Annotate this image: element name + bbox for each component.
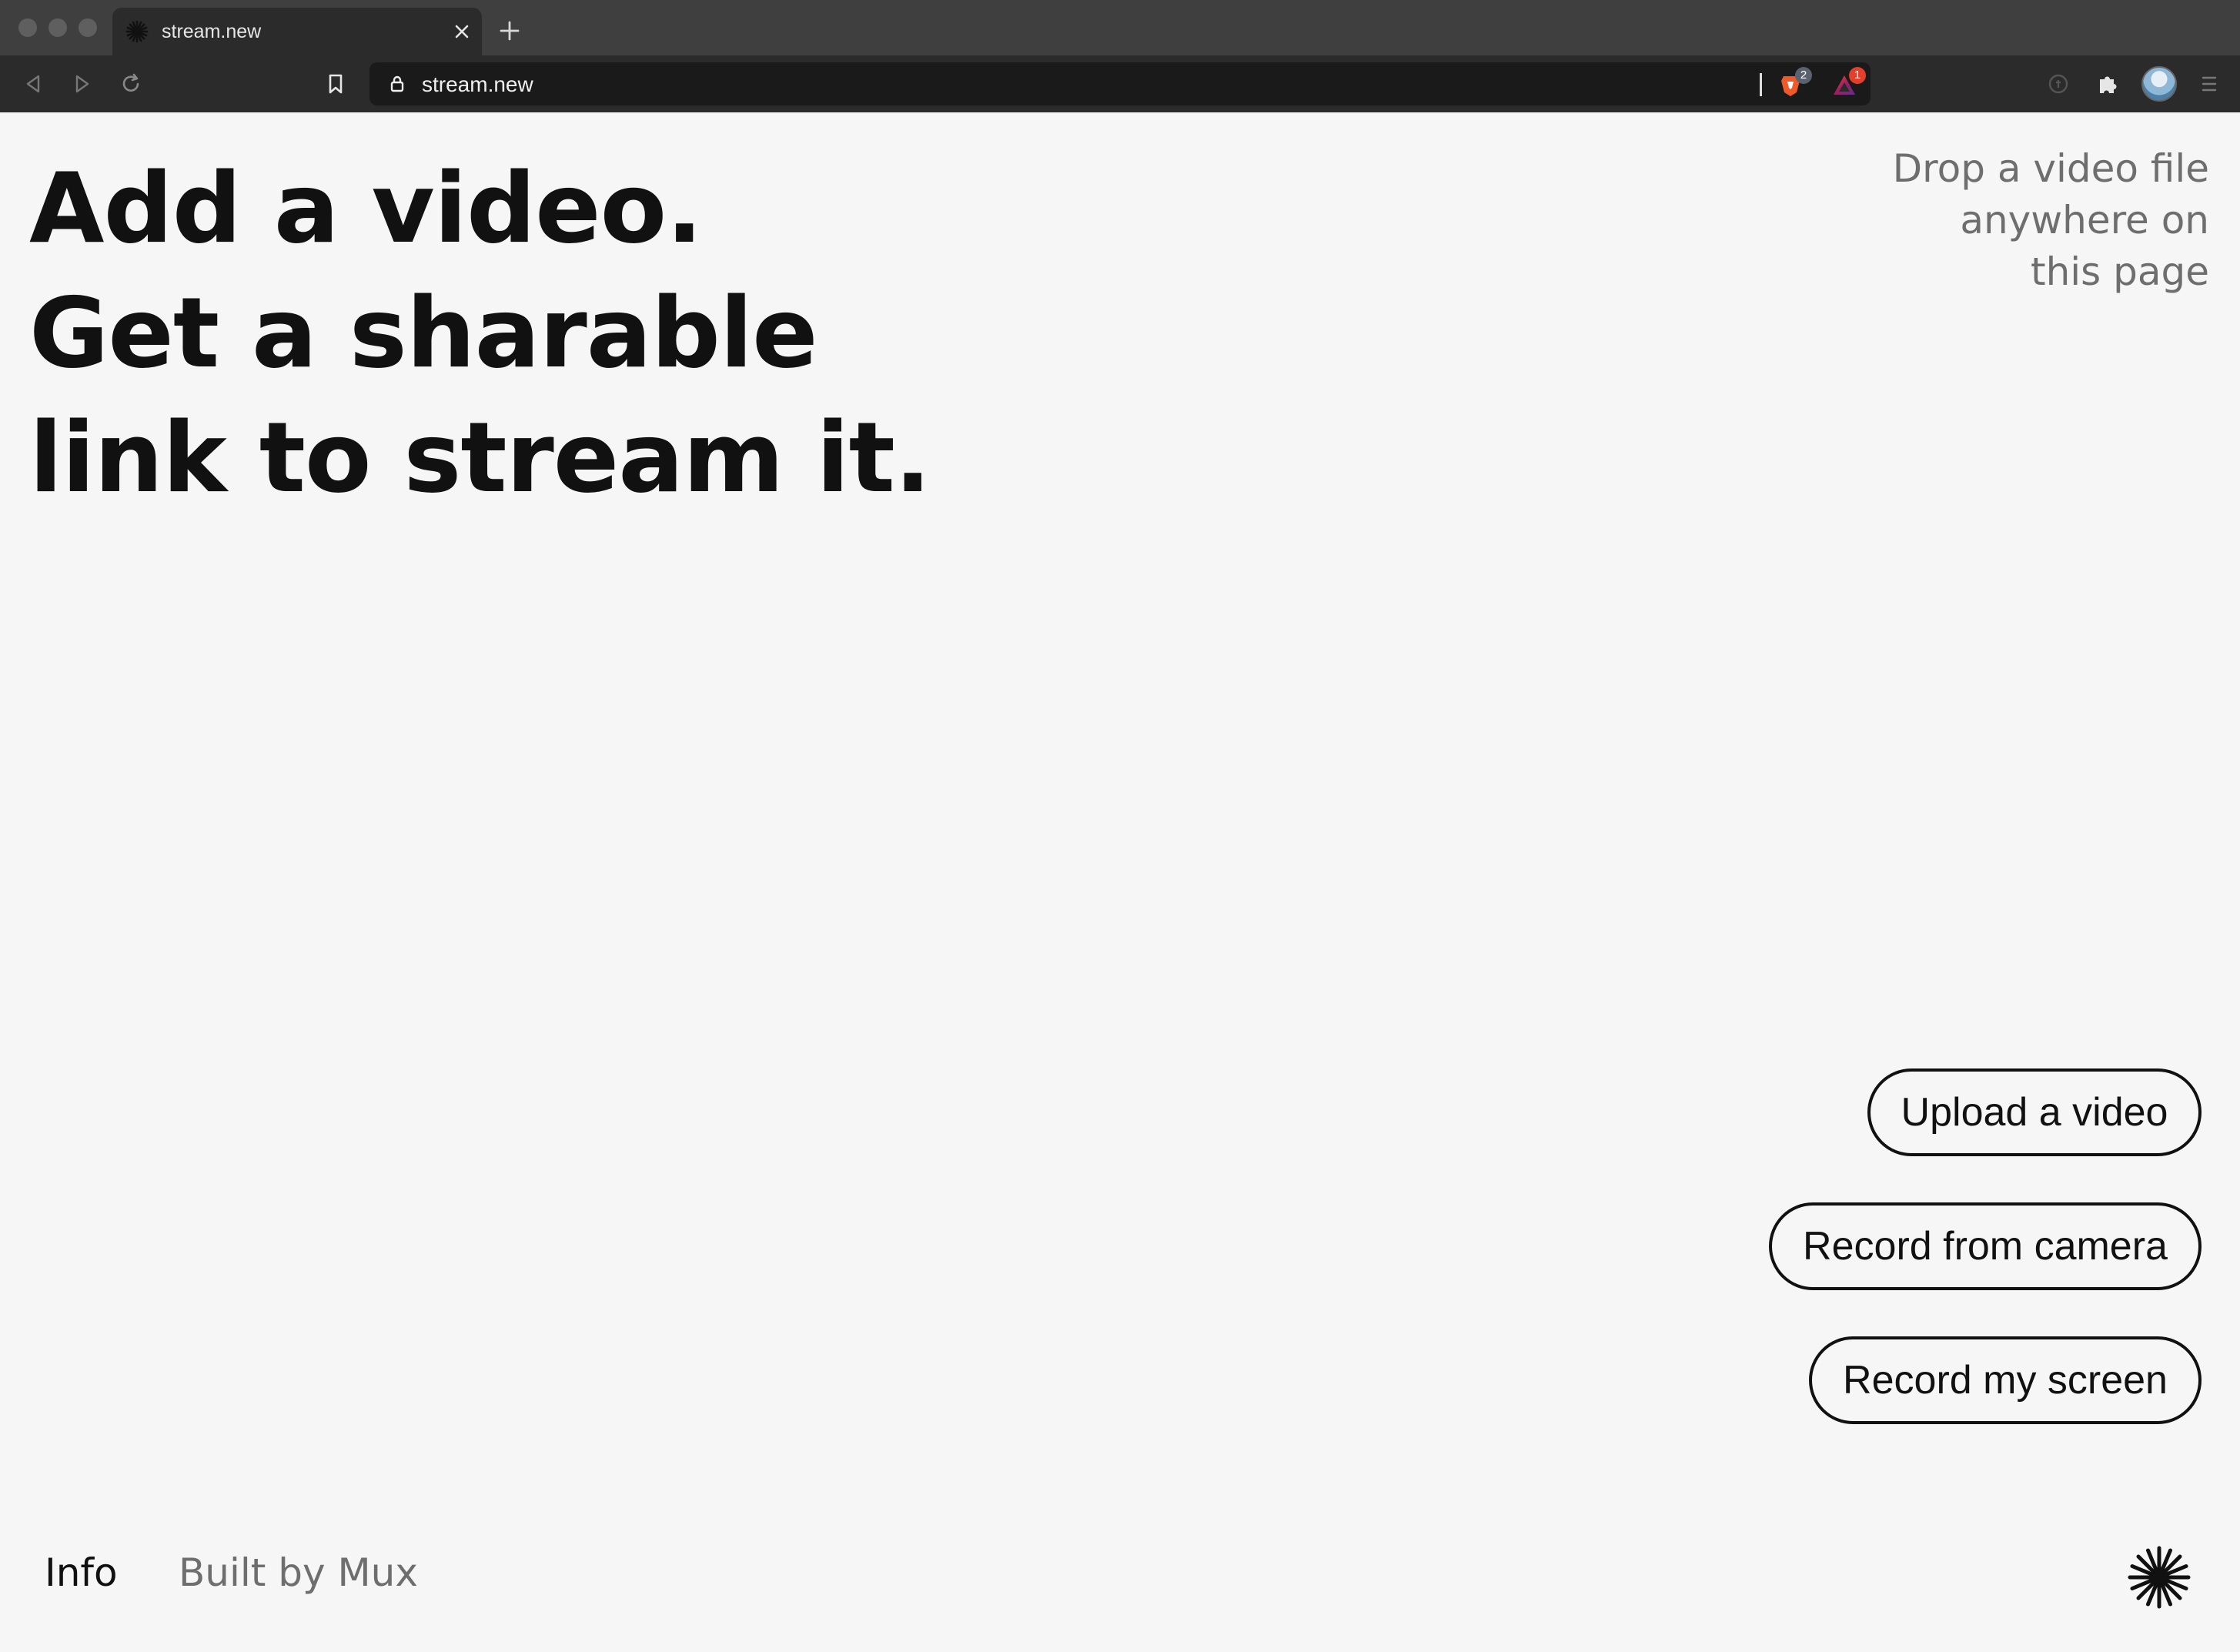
url-text: stream.new [422,72,533,96]
address-bar[interactable]: stream.new 2 1 [369,62,1871,105]
back-arrow-icon[interactable] [20,70,48,98]
wallet-icon[interactable] [2044,70,2072,98]
brave-shields-button[interactable]: 2 [1777,67,1812,99]
tab-title: stream.new [162,21,262,42]
window-close-button[interactable] [18,18,37,37]
upload-video-button[interactable]: Upload a video [1867,1068,2202,1156]
record-screen-button[interactable]: Record my screen [1809,1336,2202,1424]
headline-line: Get a sharable [29,276,818,390]
address-bar-divider [1760,73,1762,96]
bookmark-icon[interactable] [322,70,349,98]
drop-hint-line: Drop a video file [1892,146,2209,191]
forward-arrow-icon[interactable] [68,70,95,98]
mux-favicon-icon [125,20,149,43]
lock-icon [390,75,404,92]
extensions-puzzle-icon[interactable] [2094,70,2121,98]
shields-count-badge: 2 [1795,67,1812,84]
drop-hint-line: anywhere on [1960,198,2209,242]
window-zoom-button[interactable] [79,18,97,37]
record-camera-button[interactable]: Record from camera [1769,1202,2202,1290]
profile-avatar[interactable] [2141,66,2177,102]
window-minimize-button[interactable] [48,18,67,37]
menu-hamburger-icon[interactable] [2195,70,2223,98]
reload-icon[interactable] [117,70,145,98]
headline-line: Add a video. [29,152,703,265]
rewards-count-badge: 1 [1849,67,1866,84]
page-headline: Add a video. Get a sharable link to stre… [29,146,931,520]
browser-toolbar: stream.new 2 1 [0,55,2240,112]
tab-close-icon[interactable] [451,21,473,42]
headline-line: link to stream it. [29,401,931,514]
browser-tab-bar: stream.new [0,0,2240,55]
drop-file-hint: Drop a video file anywhere on this page [1840,143,2209,298]
info-link[interactable]: Info [45,1550,118,1595]
browser-tab-active[interactable]: stream.new [112,8,482,55]
mux-asterisk-logo-icon[interactable] [2126,1544,2192,1610]
brave-rewards-button[interactable]: 1 [1830,67,1866,99]
built-by-mux-link[interactable]: Built by Mux [179,1550,418,1595]
drop-hint-line: this page [2030,249,2209,294]
new-tab-plus-icon[interactable] [497,18,522,43]
